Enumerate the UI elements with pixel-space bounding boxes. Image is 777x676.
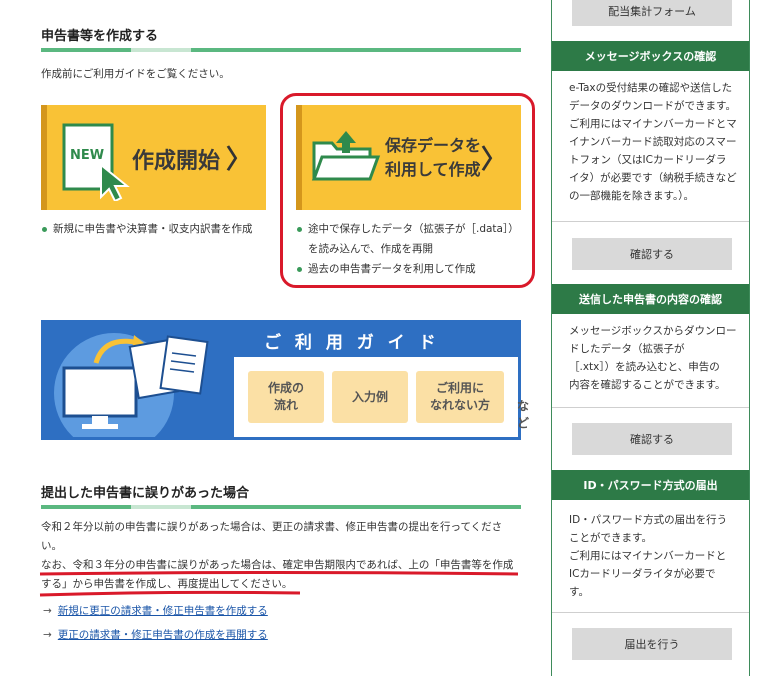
guide-title: ご 利 用 ガ イ ド xyxy=(234,323,518,357)
text-line: イナンバーカード読取対応のスマー xyxy=(569,136,737,148)
link-new-correction[interactable]: → 新規に更正の請求書・修正申告書を作成する xyxy=(43,603,268,618)
dividend-form-button[interactable]: 配当集計フォーム xyxy=(572,0,732,26)
svg-text:NEW: NEW xyxy=(70,148,104,163)
section-divider xyxy=(41,48,521,52)
monitor-documents-icon xyxy=(54,333,209,453)
guide-beginner-l1: ご利用に xyxy=(435,381,484,395)
red-underline-mark xyxy=(39,571,519,597)
guide-flow-box[interactable]: 作成の 流れ xyxy=(248,371,324,423)
guide-body: 作成の流れ 入力例 ご利用になれない方 など xyxy=(234,357,529,437)
section-title-errors: 提出した申告書に誤りがあった場合 xyxy=(41,486,250,501)
text-line: ご利用にはマイナンバーカードとマ xyxy=(569,118,737,130)
text-line: データのダウンロードができます。 xyxy=(569,100,736,112)
text-line: トフォン（又はICカードリーダラ xyxy=(569,154,727,166)
text-line: の一部機能を除きます。）。 xyxy=(569,190,694,202)
arrow-right-icon: → xyxy=(43,605,52,617)
guide-flow-l2: 流れ xyxy=(273,398,298,412)
text-line: ICカードリーダライタが必要で xyxy=(569,568,716,580)
guide-beginner-box[interactable]: ご利用に なれない方 xyxy=(416,371,504,423)
usage-guide-banner[interactable]: ご 利 用 ガ イ ド 作成の流れ 入力例 ご利用になれない方 など xyxy=(41,320,529,453)
text-line: ドしたデータ（拡張子が xyxy=(569,343,685,355)
divider xyxy=(552,612,749,613)
sent-confirm-button[interactable]: 確認する xyxy=(572,423,732,455)
msgbox-text: e-Taxの受付結果の確認や送信した データのダウンロードができます。 ご利用に… xyxy=(569,79,741,205)
text-line: ID・パスワード方式の届出を行う xyxy=(569,514,728,526)
start-create-button[interactable]: NEW 作成開始 〉 xyxy=(41,105,266,210)
guide-example-box[interactable]: 入力例 xyxy=(332,371,408,423)
text-line: 内容を確認することができます。 xyxy=(569,379,726,391)
idpw-submit-button[interactable]: 届出を行う xyxy=(572,628,732,660)
guide-flow-l1: 作成の xyxy=(267,381,304,395)
sent-header: 送信した申告書の内容の確認 xyxy=(552,284,749,314)
guide-etc: など xyxy=(517,399,530,430)
section-title-create: 申告書等を作成する xyxy=(41,29,159,44)
text-line: イタ）が必要です（納税手続きなど xyxy=(569,172,737,184)
text-line: e-Taxの受付結果の確認や送信した xyxy=(569,82,733,94)
highlight-circle xyxy=(280,93,535,288)
intro-text: 作成前にご利用ガイドをご覧ください。 xyxy=(41,68,230,80)
sidebar: 配当集計フォーム メッセージボックスの確認 e-Taxの受付結果の確認や送信した… xyxy=(551,0,750,676)
start-create-label: 作成開始 xyxy=(132,149,221,174)
section-divider xyxy=(41,505,521,509)
text-line: メッセージボックスからダウンロー xyxy=(569,325,737,337)
divider xyxy=(552,221,749,222)
link-resume-correction-text[interactable]: 更正の請求書・修正申告書の作成を再開する xyxy=(58,629,268,641)
chevron-right-icon: 〉 xyxy=(225,145,252,175)
divider xyxy=(552,407,749,408)
guide-illustration xyxy=(44,323,234,453)
idpw-header: ID・パスワード方式の届出 xyxy=(552,470,749,500)
p1-line1: 令和２年分以前の申告書に誤りがあった場合は、更正の請求書、修正申告書の提出を行っ… xyxy=(41,521,503,533)
idpw-text: ID・パスワード方式の届出を行う ことができます。 ご利用にはマイナンバーカード… xyxy=(569,511,741,601)
p1-line2: い。 xyxy=(41,540,62,552)
text-line: す。 xyxy=(569,586,589,598)
link-new-correction-text[interactable]: 新規に更正の請求書・修正申告書を作成する xyxy=(58,605,268,617)
msgbox-header: メッセージボックスの確認 xyxy=(552,41,749,71)
msgbox-confirm-button[interactable]: 確認する xyxy=(572,238,732,270)
text-line: ［.xtx］）を読み込むと、申告の xyxy=(569,361,720,373)
text-line: ことができます。 xyxy=(569,532,652,544)
link-resume-correction[interactable]: → 更正の請求書・修正申告書の作成を再開する xyxy=(43,627,268,642)
arrow-right-icon: → xyxy=(43,629,52,641)
new-document-icon: NEW xyxy=(62,123,130,201)
list-item: 新規に申告書や決算書・収支内訳書を作成 xyxy=(41,219,271,239)
text-line: ご利用にはマイナンバーカードと xyxy=(569,550,727,562)
guide-beginner-l2: なれない方 xyxy=(429,398,490,412)
sent-text: メッセージボックスからダウンロー ドしたデータ（拡張子が ［.xtx］）を読み込… xyxy=(569,322,741,394)
new-bullets: 新規に申告書や決算書・収支内訳書を作成 xyxy=(41,219,271,239)
